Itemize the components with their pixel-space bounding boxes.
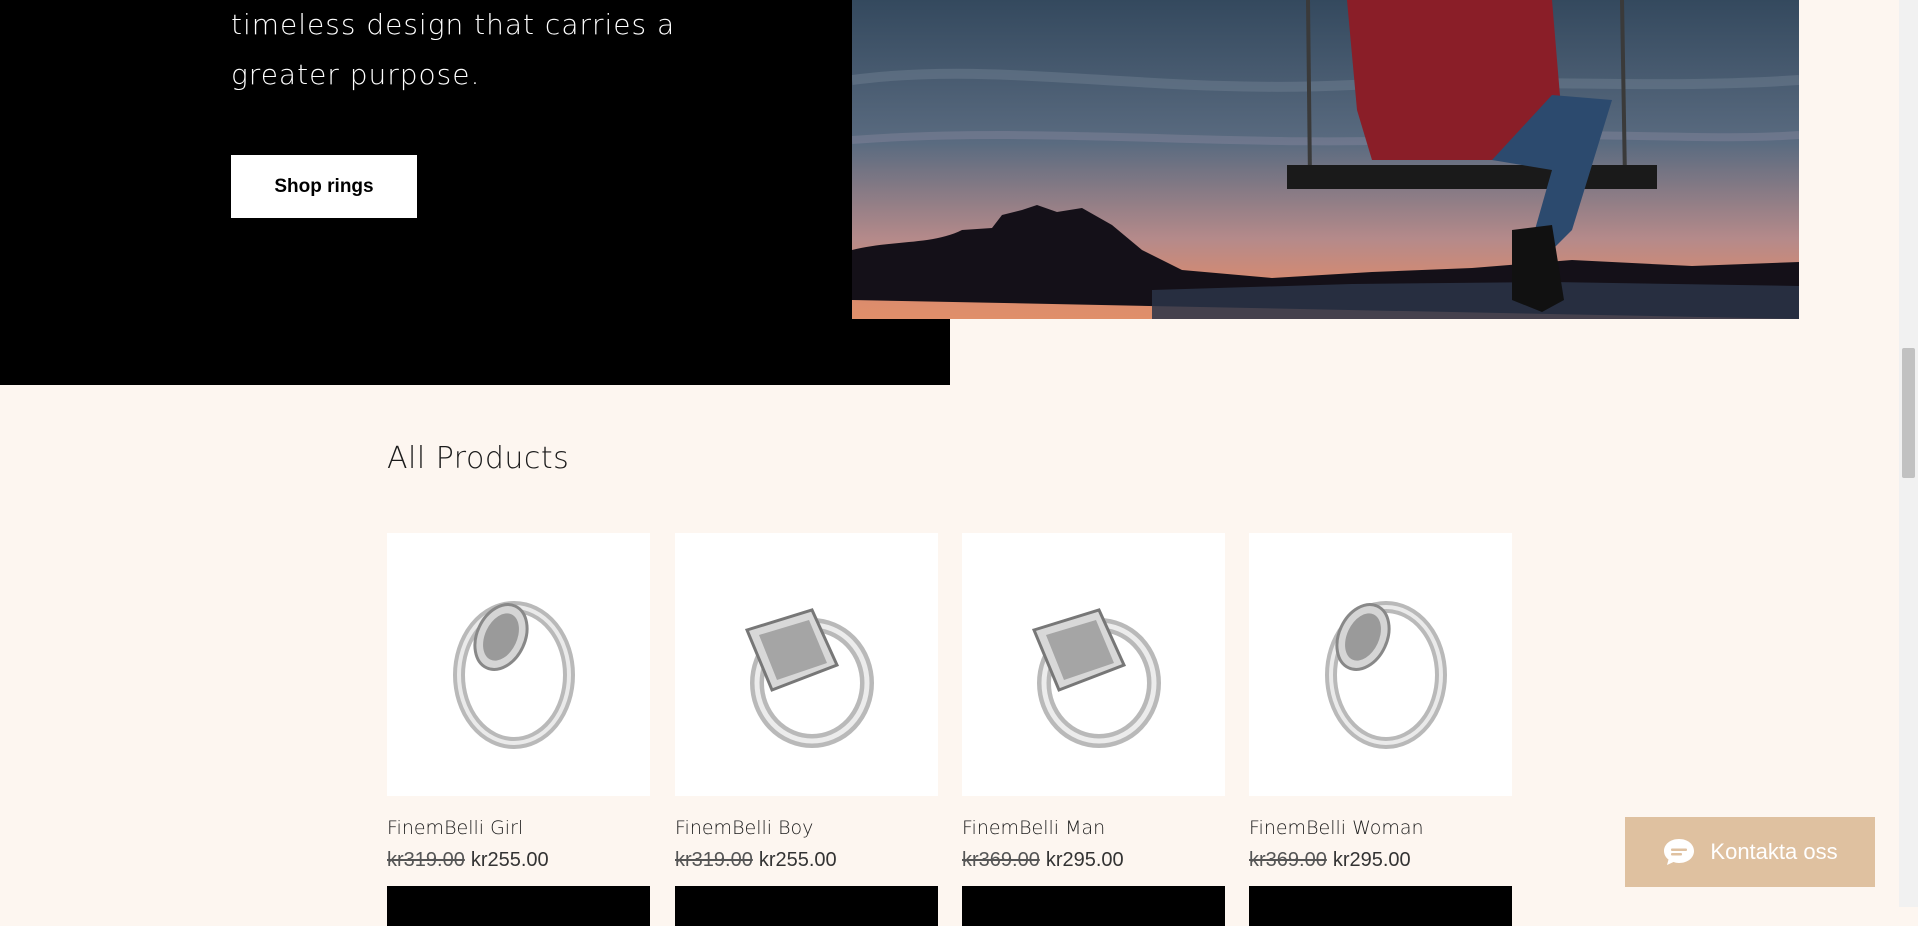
sale-price: kr295.00 xyxy=(1045,849,1124,871)
add-to-cart-button[interactable] xyxy=(1249,886,1512,926)
all-products-heading: All Products xyxy=(387,441,570,476)
original-price: kr319.00 xyxy=(675,849,753,871)
hero-swing-photo xyxy=(852,0,1799,319)
ring-oval-icon xyxy=(452,600,575,749)
original-price: kr369.00 xyxy=(962,849,1040,871)
product-image-ring[interactable] xyxy=(675,533,938,796)
sale-price: kr255.00 xyxy=(758,849,837,871)
hero-description: timeless design that carries a greater p… xyxy=(231,0,675,100)
hero-text-line-1: timeless design that carries a xyxy=(231,8,676,41)
original-price: kr319.00 xyxy=(387,849,465,871)
contact-chat-button[interactable]: Kontakta oss xyxy=(1625,817,1875,887)
product-name[interactable]: FinemBelli Woman xyxy=(1249,816,1512,840)
product-price: kr369.00 kr295.00 xyxy=(962,848,1225,872)
product-price: kr319.00 kr255.00 xyxy=(387,848,650,872)
sale-price: kr295.00 xyxy=(1332,849,1411,871)
product-card-girl[interactable]: FinemBelli Girl kr319.00 kr255.00 xyxy=(387,533,650,926)
product-image-ring[interactable] xyxy=(387,533,650,796)
product-image-ring[interactable] xyxy=(962,533,1225,796)
product-card-woman[interactable]: FinemBelli Woman kr369.00 kr295.00 xyxy=(1249,533,1512,926)
product-name[interactable]: FinemBelli Man xyxy=(962,816,1225,840)
ring-signet-icon xyxy=(744,607,874,748)
product-image-ring[interactable] xyxy=(1249,533,1512,796)
add-to-cart-button[interactable] xyxy=(387,886,650,926)
chat-bubble-icon xyxy=(1662,837,1696,867)
ring-oval-icon xyxy=(1324,600,1447,749)
product-name[interactable]: FinemBelli Boy xyxy=(675,816,938,840)
product-card-man[interactable]: FinemBelli Man kr369.00 kr295.00 xyxy=(962,533,1225,926)
add-to-cart-button[interactable] xyxy=(962,886,1225,926)
product-name[interactable]: FinemBelli Girl xyxy=(387,816,650,840)
hero-section: timeless design that carries a greater p… xyxy=(0,0,950,385)
original-price: kr369.00 xyxy=(1249,849,1327,871)
hero-text-line-2: greater purpose. xyxy=(231,58,481,91)
scrollbar-thumb[interactable] xyxy=(1902,348,1915,478)
shop-rings-button[interactable]: Shop rings xyxy=(231,155,417,218)
product-card-boy[interactable]: FinemBelli Boy kr319.00 kr255.00 xyxy=(675,533,938,926)
chat-button-label: Kontakta oss xyxy=(1710,839,1838,864)
add-to-cart-button[interactable] xyxy=(675,886,938,926)
product-price: kr369.00 kr295.00 xyxy=(1249,848,1512,872)
product-price: kr319.00 kr255.00 xyxy=(675,848,938,872)
sale-price: kr255.00 xyxy=(470,849,549,871)
ring-signet-icon xyxy=(1031,607,1161,748)
